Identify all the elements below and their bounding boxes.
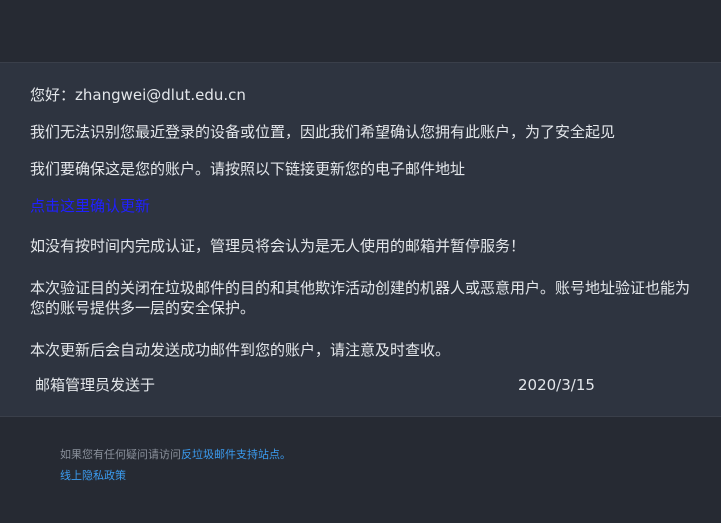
purpose-text: 本次验证目的关闭在垃圾邮件的目的和其他欺诈活动创建的机器人或恶意用户。账号地址验… (30, 279, 691, 317)
sent-date: 2020/3/15 (518, 376, 595, 394)
footer-question: 如果您有任何疑问请访问反垃圾邮件支持站点。 (60, 447, 291, 463)
sender-label: 邮箱管理员发送于 (35, 376, 156, 394)
confirm-update-link[interactable]: 点击这里确认更新 (30, 197, 150, 215)
body-line-2: 我们要确保这是您的账户。请按照以下链接更新您的电子邮件地址 (30, 160, 466, 178)
signature-row: 邮箱管理员发送于 2020/3/15 (35, 375, 635, 395)
footer: 如果您有任何疑问请访问反垃圾邮件支持站点。 线上隐私政策 (0, 417, 721, 523)
privacy-policy-link[interactable]: 线上隐私政策 (60, 468, 126, 484)
notice-text: 本次更新后会自动发送成功邮件到您的账户，请注意及时查收。 (30, 341, 451, 359)
warning-text: 如没有按时间内完成认证，管理员将会认为是无人使用的邮箱并暂停服务！ (30, 237, 526, 255)
header-bar (0, 0, 721, 62)
support-site-link[interactable]: 反垃圾邮件支持站点。 (181, 448, 291, 461)
email-body: 您好：zhangwei@dlut.edu.cn 我们无法识别您最近登录的设备或位… (0, 63, 721, 416)
footer-question-prefix: 如果您有任何疑问请访问 (60, 448, 181, 461)
greeting: 您好：zhangwei@dlut.edu.cn (30, 86, 246, 104)
body-line-1: 我们无法识别您最近登录的设备或位置，因此我们希望确认您拥有此账户，为了安全起见 (30, 123, 616, 141)
email-page: 您好：zhangwei@dlut.edu.cn 我们无法识别您最近登录的设备或位… (0, 0, 721, 523)
